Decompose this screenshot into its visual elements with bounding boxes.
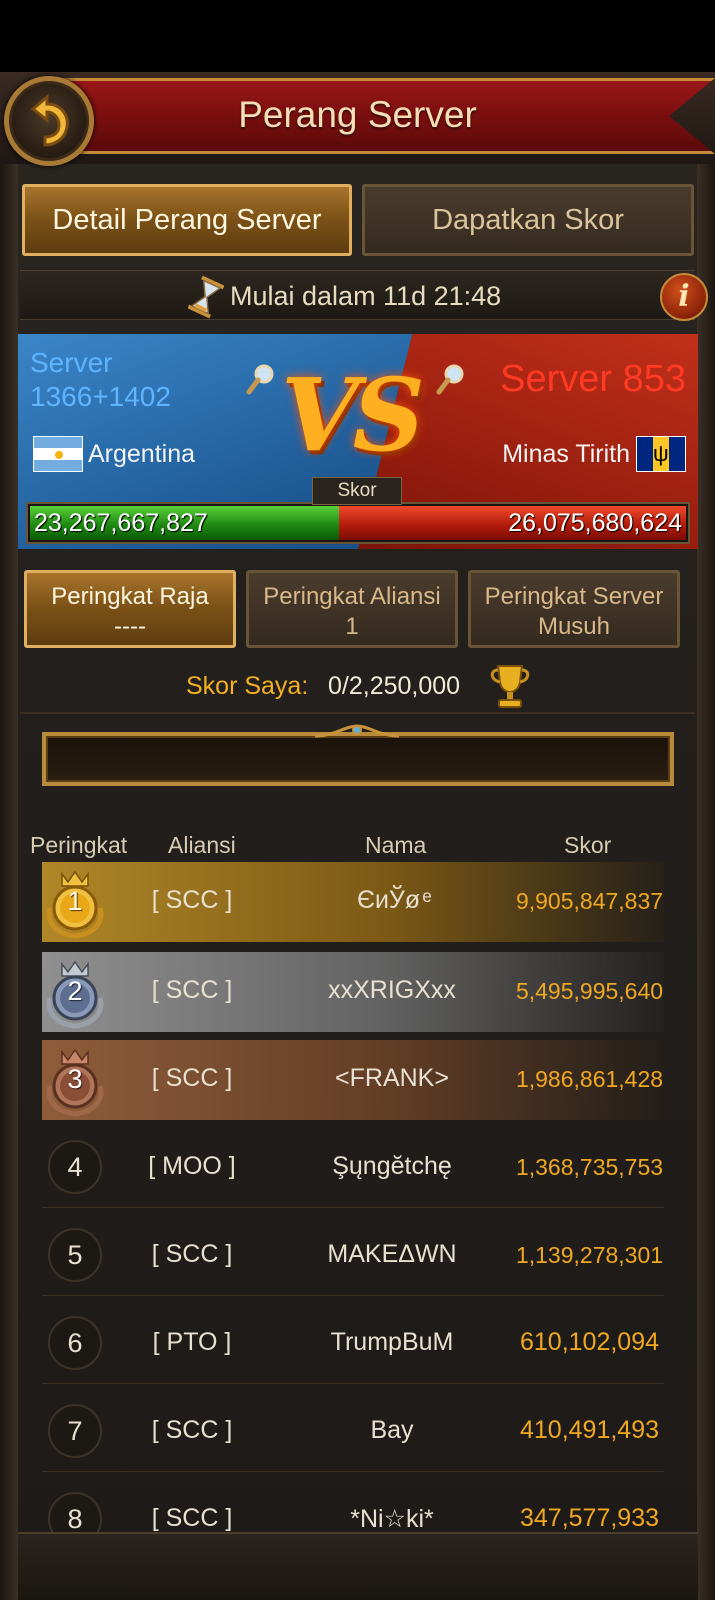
enemy-server-label: Server 853	[500, 358, 686, 400]
player-score: 347,577,933	[519, 1504, 660, 1532]
player-name: TrumpBuM	[330, 1328, 454, 1356]
column-header-rank: Peringkat	[30, 832, 128, 858]
player-score: 1,368,735,753	[515, 1154, 664, 1180]
vs-panel: Server 1366+1402 Server 853 Argentina Mi…	[18, 334, 698, 549]
player-score: 1,139,278,301	[515, 1242, 664, 1268]
score-comparison-bar: 23,267,667,827 26,075,680,624	[26, 502, 690, 544]
own-server-label: Server 1366+1402	[30, 346, 171, 414]
trophy-icon	[490, 665, 530, 708]
alliance-tag: [ SCC ]	[151, 976, 233, 1004]
table-row[interactable]: 7 [ SCC ] Bay 410,491,493	[42, 1392, 664, 1472]
table-row[interactable]: 6 [ PTO ] TrumpBuM 610,102,094	[42, 1304, 664, 1384]
back-button[interactable]	[4, 76, 94, 166]
alliance-tag: [ SCC ]	[151, 886, 233, 914]
tab-enemy-server-ranking[interactable]: Peringkat Server Musuh	[468, 570, 680, 648]
player-name: *Ni☆ki*	[350, 1505, 434, 1532]
tab-king-ranking[interactable]: Peringkat Raja ----	[24, 570, 236, 648]
own-kingdom-name: Argentina	[88, 440, 196, 468]
table-row[interactable]: 1 [ SCC ] ЄиЎø ͤ 9,905,847,837	[42, 862, 664, 942]
player-name: ЄиЎø ͤ	[356, 886, 428, 914]
ornament-icon	[315, 724, 399, 738]
column-header-score: Skor	[564, 832, 612, 858]
server-war-screen: Perang Server Detail Perang Server Dapat…	[0, 72, 715, 1600]
bottom-frame	[18, 1532, 698, 1600]
rank-number: 8	[48, 1492, 102, 1532]
alliance-tag: [ SCC ]	[151, 1064, 233, 1092]
column-header-alliance: Aliansi	[168, 832, 236, 858]
table-row[interactable]: 2 [ SCC ] xxXRIGXxx 5,495,995,640	[42, 952, 664, 1032]
my-score-value: 0/2,250,000	[328, 672, 461, 700]
column-header-name: Nama	[365, 832, 427, 858]
barbados-flag-icon: ψ	[636, 436, 686, 472]
my-score-label: Skor Saya:	[186, 672, 309, 700]
own-server-line2: 1366+1402	[30, 381, 171, 412]
player-name: xxXRIGXxx	[328, 976, 456, 1004]
rank-number: 3	[67, 1064, 83, 1094]
rank-number: 5	[48, 1228, 102, 1282]
tab-label-line1: Peringkat Server	[484, 583, 664, 610]
tab-server-war-detail[interactable]: Detail Perang Server	[22, 184, 352, 256]
player-name: Bay	[370, 1416, 414, 1444]
countdown-bar: Mulai dalam 11d 21:48 i	[20, 270, 708, 321]
table-row[interactable]: 5 [ SCC ] MAKEΔWN 1,139,278,301	[42, 1216, 664, 1296]
tab-value: 1	[345, 613, 359, 640]
rank-number: 6	[48, 1316, 102, 1370]
back-arrow-icon	[30, 93, 69, 147]
alliance-tag: [ SCC ]	[151, 1416, 233, 1444]
player-score: 1,986,861,428	[515, 1066, 664, 1092]
rank-number: 1	[67, 886, 83, 916]
tab-label-line2: Musuh	[537, 613, 611, 640]
alliance-tag: [ PTO ]	[152, 1328, 232, 1356]
header: Perang Server	[0, 72, 715, 166]
ranking-title-field	[42, 732, 674, 786]
table-row[interactable]: 8 [ SCC ] *Ni☆ki* 347,577,933	[42, 1480, 664, 1532]
score-label: Skor	[312, 477, 402, 505]
table-row[interactable]: 3 [ SCC ] <FRANK> 1,986,861,428	[42, 1040, 664, 1120]
player-score: 410,491,493	[519, 1416, 660, 1444]
frame-right	[697, 164, 715, 1600]
player-score: 9,905,847,837	[515, 888, 664, 914]
alliance-tag: [ SCC ]	[151, 1504, 233, 1532]
page-title: Perang Server	[238, 94, 477, 135]
player-score: 5,495,995,640	[515, 978, 664, 1004]
info-icon[interactable]: i	[660, 273, 708, 321]
alliance-tag: [ SCC ]	[151, 1240, 233, 1268]
magnifier-icon[interactable]	[246, 362, 276, 396]
vs-emblem: VS	[281, 356, 425, 474]
tab-label: Peringkat Raja	[51, 583, 209, 610]
alliance-tag: [ MOO ]	[148, 1152, 236, 1180]
my-score-row: Skor Saya: 0/2,250,000	[0, 662, 715, 712]
player-score: 610,102,094	[519, 1328, 660, 1356]
divider	[20, 712, 695, 714]
own-server-line1: Server	[30, 347, 113, 378]
argentina-flag-icon	[33, 436, 83, 472]
tab-get-score[interactable]: Dapatkan Skor	[362, 184, 694, 256]
rank-number: 7	[48, 1404, 102, 1458]
status-bar	[0, 0, 715, 72]
player-name: <FRANK>	[335, 1064, 449, 1092]
player-name: Şųngĕtchę	[332, 1152, 452, 1180]
rank-number: 4	[48, 1140, 102, 1194]
countdown-text: Mulai dalam 11d 21:48	[230, 281, 502, 311]
hourglass-icon	[188, 275, 224, 319]
magnifier-icon[interactable]	[436, 362, 466, 396]
enemy-score-value: 26,075,680,624	[508, 509, 682, 537]
table-row[interactable]: 4 [ MOO ] Şųngĕtchę 1,368,735,753	[42, 1128, 664, 1208]
rank-number: 2	[67, 976, 83, 1006]
frame-left	[0, 164, 18, 1600]
tab-alliance-ranking[interactable]: Peringkat Aliansi 1	[246, 570, 458, 648]
tab-label: Peringkat Aliansi	[263, 583, 441, 610]
player-name: MAKEΔWN	[327, 1240, 457, 1268]
enemy-kingdom-name: Minas Tirith	[502, 440, 630, 468]
tab-value: ----	[114, 613, 146, 640]
own-score-value: 23,267,667,827	[34, 509, 208, 537]
